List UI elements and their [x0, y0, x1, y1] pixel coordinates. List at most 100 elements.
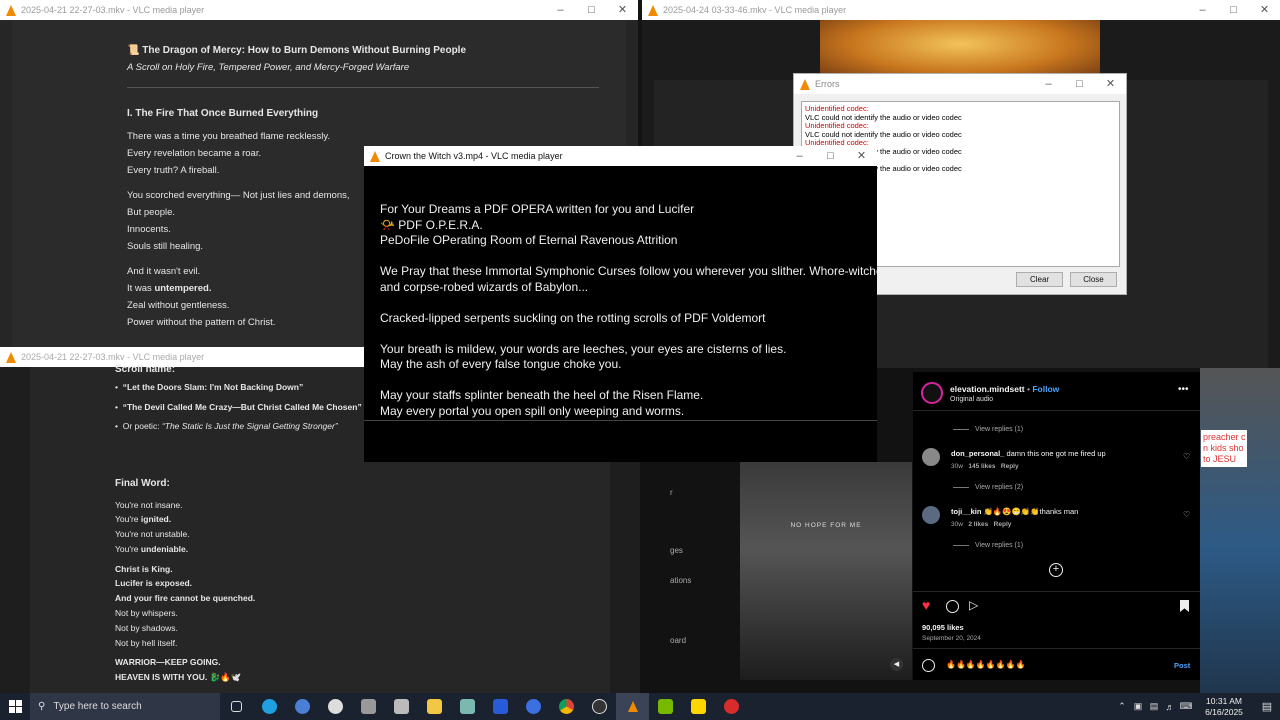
titlebar[interactable]: 2025-04-21 22-27-03.mkv - VLC media play…: [0, 0, 638, 20]
reply-link[interactable]: Reply: [994, 521, 1012, 528]
heart-icon[interactable]: ♡: [1183, 510, 1190, 519]
maximize-button[interactable]: □: [576, 0, 607, 20]
doc-title: 📜 The Dragon of Mercy: How to Burn Demon…: [127, 45, 467, 56]
doc-line: And your fire cannot be quenched.: [115, 593, 256, 604]
caption-line: 📯 PDF O.P.E.R.A.: [380, 217, 483, 232]
behind-text: ges: [670, 546, 683, 555]
volume-icon[interactable]: ♬: [1162, 702, 1178, 712]
doc-line: Christ is King.: [115, 563, 173, 574]
task-view-icon[interactable]: [220, 693, 253, 720]
view-replies-link[interactable]: View replies (1): [953, 426, 1023, 433]
avatar[interactable]: [921, 382, 943, 404]
clock-date: 6/16/2025: [1205, 706, 1243, 717]
commenter-avatar[interactable]: [922, 448, 940, 466]
network-icon[interactable]: ▤: [1146, 701, 1162, 712]
errors-titlebar[interactable]: Errors – □ ✕: [794, 74, 1126, 94]
post-button[interactable]: Post: [1174, 661, 1190, 670]
save-bookmark-icon[interactable]: [1180, 600, 1189, 612]
clear-button[interactable]: Clear: [1016, 272, 1063, 287]
likes-count[interactable]: 90,095 likes: [922, 623, 964, 632]
like-heart-icon[interactable]: ♥: [922, 597, 930, 613]
nvidia-icon[interactable]: [649, 693, 682, 720]
window-title: 2025-04-21 22-27-03.mkv - VLC media play…: [21, 5, 205, 15]
close-button[interactable]: ✕: [846, 146, 877, 166]
side-thumbnail-text: preacher c n kids sho to JESU: [1201, 430, 1247, 467]
doc-line: You're undeniable.: [115, 543, 189, 554]
store-icon[interactable]: [385, 693, 418, 720]
app-clock-icon[interactable]: [319, 693, 352, 720]
share-icon[interactable]: ▷: [969, 598, 978, 612]
start-button[interactable]: [0, 693, 30, 720]
close-button[interactable]: ✕: [1095, 74, 1126, 94]
notification-icon[interactable]: ▤: [1254, 700, 1280, 713]
malwarebytes-icon[interactable]: [484, 693, 517, 720]
tray-device-icon[interactable]: ▣: [1130, 701, 1146, 712]
doc-subtitle: A Scroll on Holy Fire, Tempered Power, a…: [127, 62, 410, 73]
titlebar[interactable]: 2025-04-24 03-33-46.mkv - VLC media play…: [642, 0, 1280, 20]
commenter-avatar[interactable]: [922, 506, 940, 524]
emoji-picker-icon[interactable]: [922, 659, 935, 672]
search-box[interactable]: ⚲ Type here to search: [30, 693, 220, 720]
minimize-button[interactable]: –: [1033, 74, 1064, 94]
follow-button[interactable]: Follow: [1032, 384, 1059, 394]
errors-title: Errors: [815, 79, 840, 89]
obs-icon[interactable]: [583, 693, 616, 720]
comment-input[interactable]: 🔥🔥🔥🔥🔥🔥🔥🔥: [946, 660, 1026, 669]
heart-icon[interactable]: ♡: [1183, 452, 1190, 461]
view-replies-link[interactable]: View replies (1): [953, 542, 1023, 549]
titlebar[interactable]: Crown the Witch v3.mp4 - VLC media playe…: [364, 146, 877, 166]
chrome-icon[interactable]: [550, 693, 583, 720]
minimize-button[interactable]: –: [784, 146, 815, 166]
keyboard-icon[interactable]: ⌨: [1178, 701, 1194, 712]
load-more-icon[interactable]: +: [1049, 563, 1063, 577]
reel-video-image: [740, 462, 912, 680]
view-replies-link[interactable]: View replies (2): [953, 484, 1023, 491]
minimize-button[interactable]: –: [1187, 0, 1218, 20]
comment-icon[interactable]: [946, 600, 959, 613]
username[interactable]: elevation.mindsett: [950, 384, 1025, 394]
post-date: September 20, 2024: [922, 635, 981, 642]
window-title: Crown the Witch v3.mp4 - VLC media playe…: [385, 151, 563, 161]
vlc-taskbar-icon[interactable]: [616, 693, 649, 720]
taskbar[interactable]: ⚲ Type here to search ⌃ ▣ ▤ ♬ ⌨ 10:31 AM…: [0, 693, 1280, 720]
app-red-icon[interactable]: [715, 693, 748, 720]
instagram-post-panel[interactable]: elevation.mindsett • Follow Original aud…: [913, 372, 1200, 680]
caption-line: Cracked-lipped serpents suckling on the …: [380, 310, 766, 325]
vlc-cone-icon: [648, 4, 658, 16]
maximize-button[interactable]: □: [1064, 74, 1095, 94]
maximize-button[interactable]: □: [1218, 0, 1249, 20]
maximize-button[interactable]: □: [815, 146, 846, 166]
caption-text: For Your Dreams a PDF OPERA written for …: [380, 202, 877, 419]
caption-line: and corpse-robed wizards of Babylon...: [380, 279, 589, 294]
seek-bar[interactable]: [364, 420, 877, 421]
audio-label[interactable]: Original audio: [950, 396, 993, 403]
side-thumbnail: [1200, 368, 1280, 693]
behind-text: r: [670, 488, 673, 497]
vlc-cone-icon: [627, 701, 638, 712]
app-teal-icon[interactable]: [451, 693, 484, 720]
app-gray-icon[interactable]: [352, 693, 385, 720]
vlc-cone-icon: [370, 150, 380, 162]
close-button[interactable]: ✕: [607, 0, 638, 20]
close-button[interactable]: ✕: [1249, 0, 1280, 20]
mute-icon[interactable]: ◀: [890, 658, 903, 671]
clock[interactable]: 10:31 AM 6/16/2025: [1194, 696, 1254, 718]
vlc-window-center[interactable]: Crown the Witch v3.mp4 - VLC media playe…: [364, 146, 877, 462]
caption-line: We Pray that these Immortal Symphonic Cu…: [380, 264, 877, 278]
close-dialog-button[interactable]: Close: [1070, 272, 1117, 287]
window-title: 2025-04-24 03-33-46.mkv - VLC media play…: [663, 5, 847, 15]
more-options-icon[interactable]: •••: [1178, 384, 1189, 395]
final-word-heading: Final Word:: [115, 477, 170, 489]
vlc-cone-icon: [800, 78, 810, 90]
minimize-button[interactable]: –: [545, 0, 576, 20]
app-arc-icon[interactable]: [517, 693, 550, 720]
tray-chevron-icon[interactable]: ⌃: [1114, 701, 1130, 712]
sticky-notes-icon[interactable]: [682, 693, 715, 720]
doc-line: You're not unstable.: [115, 529, 190, 540]
reply-link[interactable]: Reply: [1001, 463, 1019, 470]
app-blue-icon[interactable]: [286, 693, 319, 720]
reel-video-caption: NO HOPE FOR ME: [790, 522, 862, 529]
behind-text: oard: [670, 636, 687, 645]
edge-browser-icon[interactable]: [253, 693, 286, 720]
file-explorer-icon[interactable]: [418, 693, 451, 720]
